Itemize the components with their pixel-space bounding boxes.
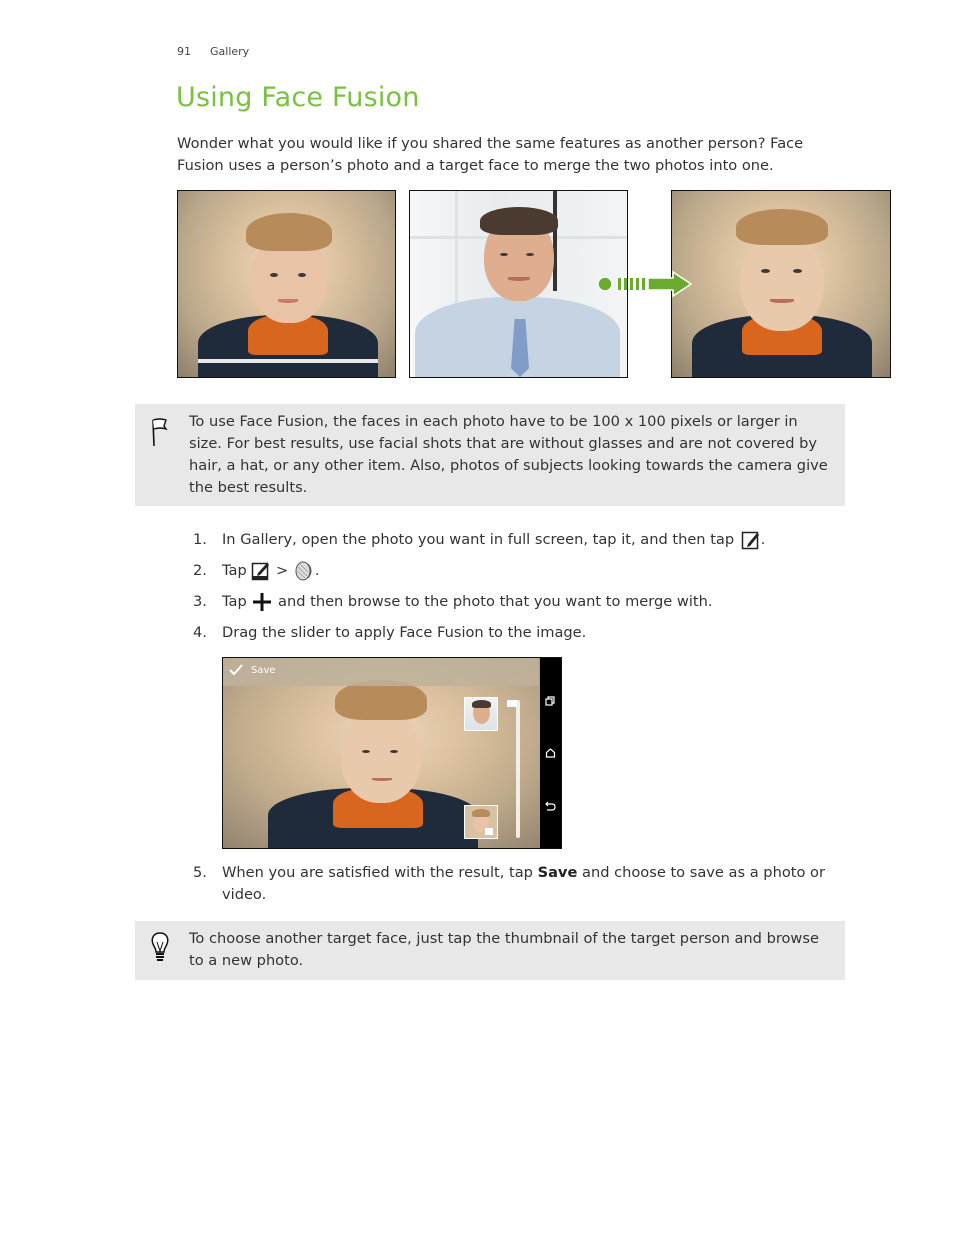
face-fusion-icon — [295, 561, 312, 581]
step-3: 3. Tap and then browse to the photo that … — [193, 591, 713, 613]
plus-icon — [253, 593, 272, 611]
step-4: 4. Drag the slider to apply Face Fusion t… — [193, 622, 586, 644]
lock-icon — [485, 828, 493, 835]
tip-box: To choose another target face, just tap … — [135, 921, 845, 980]
action-bar: Save — [223, 658, 539, 686]
step-number: 4. — [193, 624, 207, 641]
step-text: Tap — [222, 562, 247, 579]
checkmark-icon — [229, 664, 243, 676]
step-number: 5. — [193, 864, 207, 881]
target-face-thumbnail[interactable] — [464, 697, 498, 731]
step-separator: > — [276, 562, 289, 579]
step-text: Tap — [222, 593, 247, 610]
merged-photo — [671, 190, 891, 378]
page-title: Using Face Fusion — [176, 82, 420, 113]
merge-arrow-icon — [597, 271, 693, 297]
navigation-bar — [540, 658, 561, 848]
source-face-thumbnail[interactable] — [464, 805, 498, 839]
intro-paragraph: Wonder what you would like if you shared… — [177, 135, 804, 174]
tip-text: To choose another target face, just tap … — [189, 930, 819, 969]
step-text: In Gallery, open the photo you want in f… — [222, 531, 735, 548]
edit-icon — [252, 562, 270, 581]
step-text: Drag the slider to apply Face Fusion to … — [222, 624, 587, 641]
fusion-slider[interactable] — [507, 700, 520, 838]
lightbulb-icon — [151, 932, 169, 961]
section-name: Gallery — [210, 45, 250, 58]
flag-icon — [152, 418, 168, 447]
edit-icon — [741, 531, 759, 550]
save-button[interactable]: Save — [229, 664, 276, 676]
target-face-photo — [409, 190, 628, 378]
save-ui-label: Save — [537, 864, 578, 881]
face-fusion-screenshot: Save — [222, 657, 562, 849]
step-text: When you are satisfied with the result, … — [222, 864, 533, 881]
step-number: 2. — [193, 562, 207, 579]
save-label: Save — [251, 664, 276, 676]
step-punct: . — [314, 562, 320, 579]
note-text: To use Face Fusion, the faces in each ph… — [189, 413, 828, 496]
recent-apps-icon[interactable] — [545, 696, 556, 706]
person-photo — [177, 190, 396, 378]
slider-handle[interactable] — [507, 700, 517, 707]
page-header: 91 Gallery — [177, 45, 249, 58]
step-2: 2. Tap > . — [193, 560, 320, 582]
home-icon[interactable] — [545, 748, 556, 758]
step-text-cont: and then browse to the photo that you wa… — [278, 593, 713, 610]
step-punct: . — [760, 531, 766, 548]
back-icon[interactable] — [545, 801, 556, 811]
page-number: 91 — [177, 45, 191, 58]
step-1: 1. In Gallery, open the photo you want in… — [193, 529, 765, 551]
step-number: 3. — [193, 593, 207, 610]
step-number: 1. — [193, 531, 207, 548]
note-box: To use Face Fusion, the faces in each ph… — [135, 404, 845, 506]
